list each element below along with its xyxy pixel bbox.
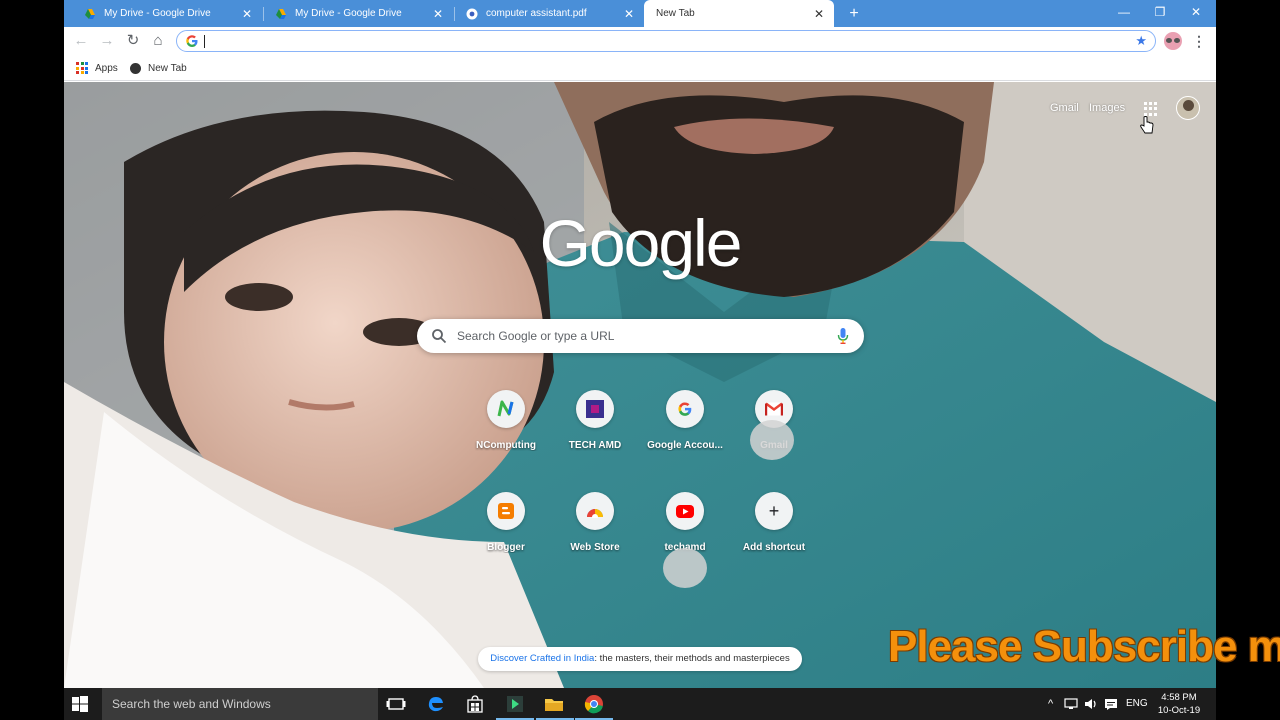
address-bar[interactable]: ★ [176,30,1156,52]
search-icon [432,329,447,344]
drag-ghost [663,548,707,588]
shortcut-google-account[interactable]: Google Accou... [640,390,730,490]
shortcut-label: Add shortcut [742,542,806,553]
network-icon[interactable] [1064,697,1078,711]
google-apps-icon[interactable] [1144,102,1158,116]
discover-link[interactable]: Discover Crafted in India [490,653,594,664]
blogger-icon [487,492,525,530]
google-logo: Google [539,206,743,280]
search-box[interactable] [417,319,864,353]
taskbar-search[interactable]: Search the web and Windows [102,688,378,720]
bookmark-label: New Tab [148,62,187,74]
toolbar: ← → ↻ ⌂ ★ ⋮ [64,27,1216,55]
discover-chip[interactable]: Discover Crafted in India: the masters, … [478,647,802,671]
shortcut-blogger[interactable]: Blogger [461,492,551,592]
tab-strip: My Drive - Google Drive ✕ My Drive - Goo… [64,0,1216,27]
reload-icon[interactable]: ↻ [124,32,142,50]
youtube-icon [666,492,704,530]
shortcut-label: TECH AMD [568,440,622,451]
windows-start-icon[interactable] [72,696,88,712]
taskbar-clock[interactable]: 4:58 PM 10-Oct-19 [1154,691,1204,717]
chrome-taskbar-icon[interactable] [584,694,604,714]
tab-new-tab[interactable]: New Tab ✕ [644,0,834,27]
language-indicator[interactable]: ENG [1126,688,1148,720]
clock-date: 10-Oct-19 [1157,705,1201,716]
notifications-icon[interactable] [1104,697,1118,711]
drive-icon [85,8,95,19]
close-icon[interactable]: ✕ [622,7,636,21]
home-icon[interactable]: ⌂ [149,32,167,50]
ncomputing-icon [487,390,525,428]
profile-avatar-icon[interactable] [1164,32,1182,50]
new-tab-plus-icon[interactable]: + [844,4,864,24]
volume-icon[interactable] [1084,697,1098,711]
bookmarks-bar: Apps New Tab [64,55,1216,81]
microphone-icon[interactable] [837,327,849,345]
globe-icon [130,62,141,74]
tab-title: computer assistant.pdf [486,8,587,19]
close-icon[interactable]: ✕ [240,7,254,21]
task-view-icon[interactable] [386,694,406,714]
bookmark-label: Apps [95,62,118,74]
google-g-icon [186,35,198,47]
search-input[interactable] [457,327,827,345]
tab-my-drive-2[interactable]: My Drive - Google Drive ✕ [263,0,453,27]
minimize-icon[interactable]: — [1106,0,1142,24]
shortcut-label: Blogger [487,542,525,553]
hand-cursor-icon [1140,116,1154,134]
shortcut-label: Google Accou... [647,440,723,451]
taskbar: Search the web and Windows ^ ENG 4:58 PM… [64,688,1216,720]
drive-icon [276,8,286,19]
account-avatar[interactable] [1176,96,1200,120]
shortcut-web-store[interactable]: Web Store [550,492,640,592]
bookmark-new-tab[interactable]: New Tab [130,60,187,76]
clock-time: 4:58 PM [1161,692,1197,703]
bookmark-apps[interactable]: Apps [76,60,118,76]
techamd-icon [576,390,614,428]
tab-title: New Tab [656,8,695,19]
shortcut-ncomputing[interactable]: NComputing [461,390,551,490]
window-close-icon[interactable]: ✕ [1178,0,1214,24]
gmail-link[interactable]: Gmail [1050,102,1079,114]
shortcut-label: NComputing [476,440,536,451]
menu-kebab-icon[interactable]: ⋮ [1192,33,1206,49]
new-tab-page: Gmail Images Google NComputing [64,82,1216,688]
tab-pdf[interactable]: computer assistant.pdf ✕ [454,0,644,27]
android-studio-icon[interactable] [505,694,525,714]
back-arrow-icon[interactable]: ← [72,32,90,50]
discover-text: : the masters, their methods and masterp… [594,653,790,664]
tab-title: My Drive - Google Drive [295,8,402,19]
tab-title: My Drive - Google Drive [104,8,211,19]
chrome-icon [466,8,478,19]
screen: My Drive - Google Drive ✕ My Drive - Goo… [0,0,1280,720]
address-input[interactable] [203,33,1103,49]
shortcut-label: Web Store [570,542,620,553]
google-g-icon [666,390,704,428]
subscribe-overlay-text: Please Subscribe m [888,622,1280,671]
maximize-icon[interactable]: ❐ [1142,0,1178,24]
background-photo [64,82,1216,688]
tab-my-drive-1[interactable]: My Drive - Google Drive ✕ [72,0,262,27]
drag-ghost [750,420,794,460]
webstore-icon [576,492,614,530]
tray-chevron-up-icon[interactable]: ^ [1048,688,1053,720]
close-icon[interactable]: ✕ [431,7,445,21]
store-icon[interactable] [465,694,485,714]
add-shortcut-button[interactable]: + Add shortcut [729,492,819,592]
apps-icon [76,62,88,74]
chrome-window: My Drive - Google Drive ✕ My Drive - Goo… [64,0,1216,688]
text-caret [204,35,205,48]
close-icon[interactable]: ✕ [812,7,826,21]
forward-arrow-icon[interactable]: → [98,32,116,50]
plus-icon: + [755,492,793,530]
shortcut-tech-amd[interactable]: TECH AMD [550,390,640,490]
edge-icon[interactable] [426,694,446,714]
bookmark-star-icon[interactable]: ★ [1135,33,1147,49]
file-explorer-icon[interactable] [544,694,564,714]
images-link[interactable]: Images [1089,102,1125,114]
